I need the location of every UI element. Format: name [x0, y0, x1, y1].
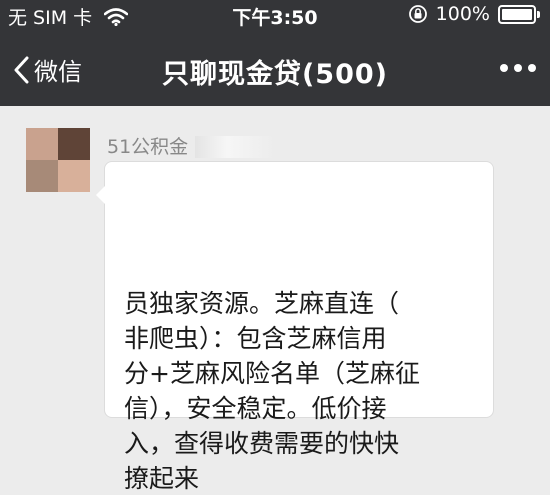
message-line: 入，查得收费需要的快快	[124, 429, 400, 458]
chat-title: 只聊现金贷(500)	[161, 59, 389, 90]
sender-name: 51公积金	[107, 136, 189, 158]
status-right: 100%	[408, 3, 540, 25]
more-button[interactable]	[500, 64, 536, 72]
rotation-lock-icon	[408, 5, 427, 23]
more-icon-dot	[528, 64, 536, 72]
name-blur	[195, 136, 275, 158]
more-icon-dot	[514, 64, 522, 72]
message-line: 员独家资源。芝麻直连（	[124, 289, 400, 318]
battery-icon	[498, 4, 540, 24]
battery-percent: 100%	[435, 3, 490, 25]
sender-avatar[interactable]	[26, 128, 90, 192]
bubble-tail	[96, 186, 105, 204]
message-line: 分+芝麻风险名单（芝麻征	[124, 359, 420, 388]
nav-bar: 微信 只聊现金贷(500)	[0, 32, 550, 106]
message-line: 信），安全稳定。低价接	[124, 394, 387, 423]
header: 无 SIM 卡 下午3:50 100% 微信 只聊现金贷(500)	[0, 0, 550, 106]
more-icon-dot	[500, 64, 508, 72]
message-line: 撩起来	[124, 464, 200, 493]
status-bar: 无 SIM 卡 下午3:50 100%	[0, 0, 550, 30]
message-line: 非爬虫）：包含芝麻信用	[124, 324, 387, 353]
chat-area[interactable]: 51公积金 员独家资源。芝麻直连（ 非爬虫）：包含芝麻信用 分+芝麻风险名单（芝…	[0, 106, 550, 493]
